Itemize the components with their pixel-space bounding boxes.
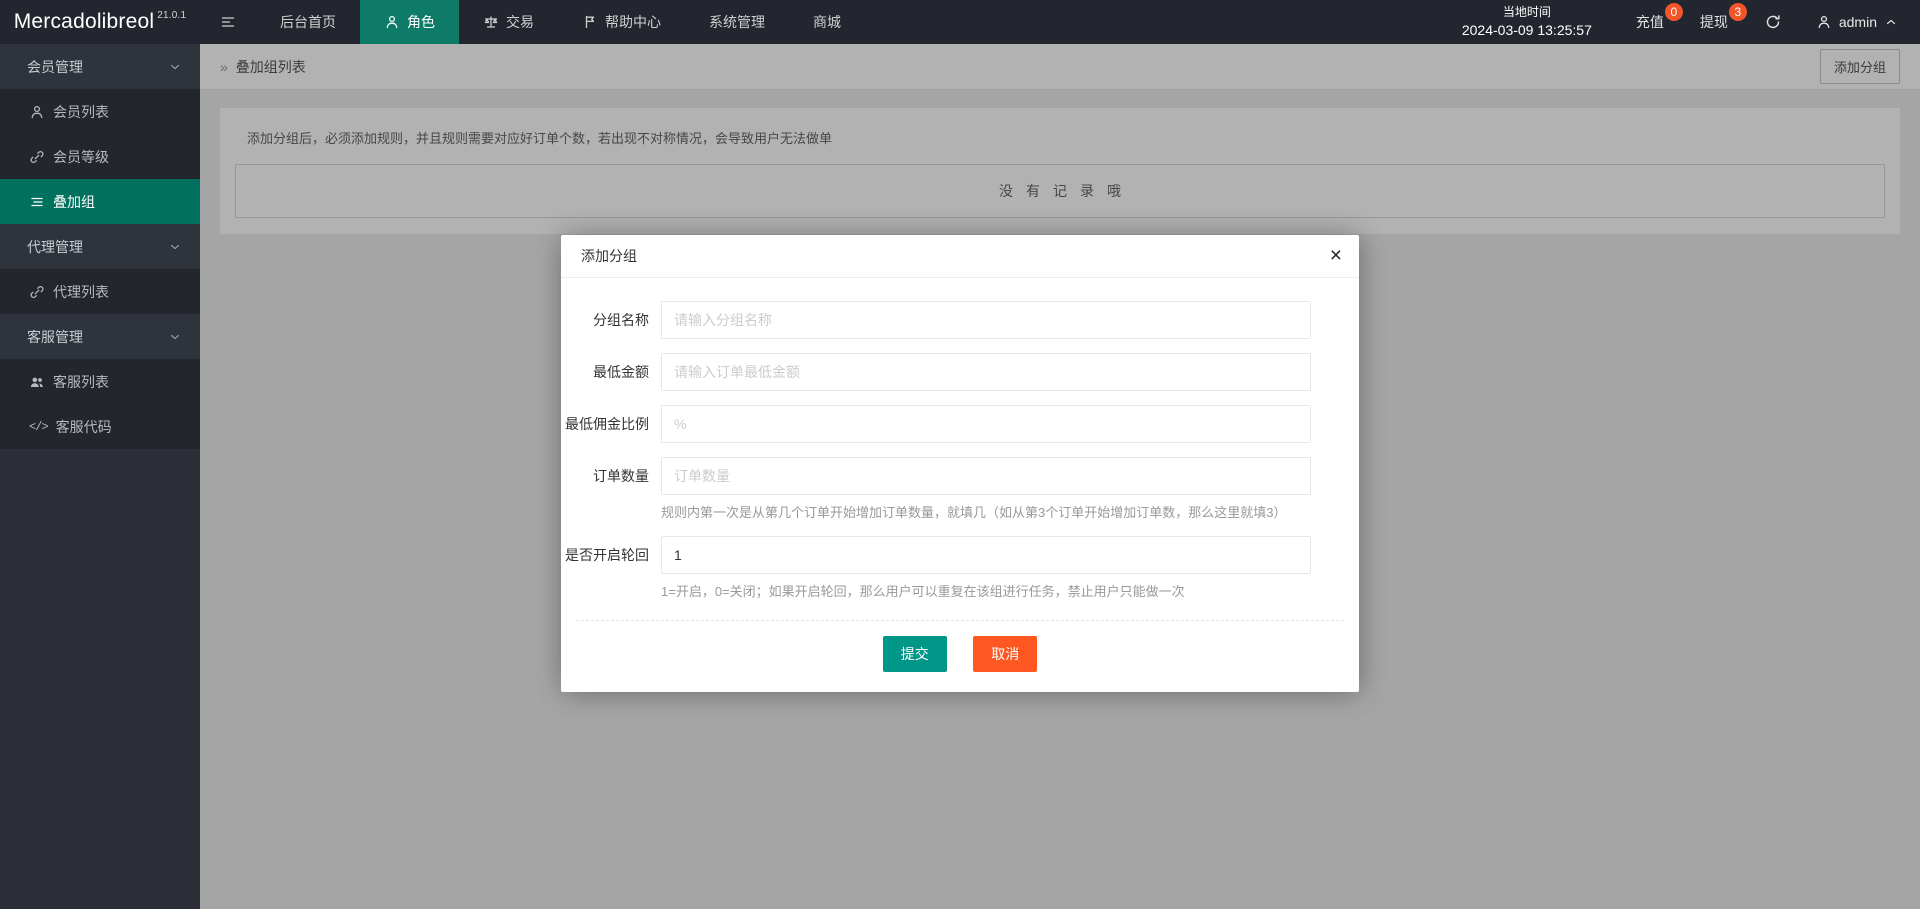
sidebar-item-label: 叠加组: [53, 193, 95, 210]
nav-item-label: 后台首页: [280, 14, 336, 30]
recharge-label: 充值: [1635, 14, 1664, 30]
local-time-value: 2024-03-09 13:25:57: [1461, 22, 1592, 38]
user-icon: [29, 104, 45, 120]
admin-menu[interactable]: admin: [1800, 0, 1920, 44]
chevron-down-icon: [168, 60, 182, 74]
flag-icon: [582, 14, 598, 30]
sidebar: 会员管理 会员列表 会员等级 叠加组 代理管理 代理列表 客服管理 客服列表 <…: [0, 44, 200, 909]
sidebar-item-stack-group[interactable]: 叠加组: [0, 179, 200, 224]
recharge-badge: 0: [1664, 3, 1683, 21]
sidebar-item-member-level[interactable]: 会员等级: [0, 134, 200, 179]
sidebar-item-service-code[interactable]: </> 客服代码: [0, 404, 200, 449]
local-time: 当地时间 2024-03-09 13:25:57: [1436, 0, 1618, 44]
chevron-down-icon: [168, 330, 182, 344]
refresh-icon[interactable]: [1746, 0, 1800, 44]
order-count-hint: 规则内第一次是从第几个订单开始增加订单数量，就填几（如从第3个订单开始增加订单数…: [661, 505, 1287, 520]
nav-item-system[interactable]: 系统管理: [685, 0, 789, 44]
submit-button[interactable]: 提交: [882, 636, 947, 672]
form-row-order-count: 订单数量 规则内第一次是从第几个订单开始增加订单数量，就填几（如从第3个订单开始…: [561, 457, 1359, 522]
user-icon: [1816, 14, 1832, 30]
modal-header: 添加分组 ×: [561, 235, 1359, 278]
link-icon: [29, 149, 45, 165]
nav-item-trade[interactable]: 交易: [459, 0, 558, 44]
list-icon: [29, 194, 45, 210]
nav-item-dashboard[interactable]: 后台首页: [256, 0, 360, 44]
brand-logo: Mercadolibreol 21.0.1: [0, 0, 200, 44]
sidebar-group-service-mgmt[interactable]: 客服管理: [0, 314, 200, 359]
sidebar-group-label: 代理管理: [27, 238, 83, 255]
nav-item-roles[interactable]: 角色: [360, 0, 459, 44]
sidebar-item-member-list[interactable]: 会员列表: [0, 89, 200, 134]
form-row-min-amount: 最低金额: [561, 353, 1359, 391]
sidebar-item-service-list[interactable]: 客服列表: [0, 359, 200, 404]
field-label: 是否开启轮回: [565, 547, 649, 563]
local-time-label: 当地时间: [1502, 5, 1551, 19]
sidebar-group-label: 客服管理: [27, 328, 83, 345]
withdraw-label: 提现: [1699, 14, 1728, 30]
min-amount-input[interactable]: [661, 353, 1311, 391]
nav-item-label: 帮助中心: [605, 14, 661, 30]
loop-toggle-hint: 1=开启，0=关闭；如果开启轮回，那么用户可以重复在该组进行任务，禁止用户只能做…: [661, 584, 1185, 599]
top-navbar: Mercadolibreol 21.0.1 后台首页 角色 交易 帮助中心 系统…: [0, 0, 1920, 44]
nav-item-label: 交易: [506, 14, 534, 30]
cancel-button[interactable]: 取消: [973, 636, 1038, 672]
admin-username: admin: [1838, 14, 1877, 30]
code-icon: </>: [29, 419, 49, 434]
recharge-button[interactable]: 充值 0: [1618, 0, 1683, 44]
nav-item-label: 系统管理: [709, 14, 765, 30]
sidebar-item-label: 会员列表: [53, 103, 109, 120]
min-commission-input[interactable]: [661, 405, 1311, 443]
nav-item-help-center[interactable]: 帮助中心: [558, 0, 685, 44]
loop-toggle-input[interactable]: [661, 536, 1311, 574]
form-row-group-name: 分组名称: [561, 301, 1359, 339]
chevron-down-icon: [168, 240, 182, 254]
chevron-up-icon: [1884, 15, 1898, 29]
sidebar-item-label: 会员等级: [53, 148, 109, 165]
form-row-min-commission: 最低佣金比例: [561, 405, 1359, 443]
person-icon: [384, 14, 400, 30]
sidebar-group-member-mgmt[interactable]: 会员管理: [0, 44, 200, 89]
brand-name: Mercadolibreol: [13, 10, 155, 33]
scales-icon: [483, 14, 499, 30]
nav-item-label: 商城: [813, 14, 841, 30]
brand-version: 21.0.1: [157, 9, 187, 21]
field-label: 最低金额: [593, 364, 649, 380]
link-icon: [29, 284, 45, 300]
close-icon[interactable]: ×: [1330, 235, 1342, 278]
order-count-input[interactable]: [661, 457, 1311, 495]
modal-title: 添加分组: [581, 248, 637, 264]
sidebar-item-label: 客服列表: [53, 373, 109, 390]
sidebar-item-label: 代理列表: [53, 283, 109, 300]
sidebar-group-agent-mgmt[interactable]: 代理管理: [0, 224, 200, 269]
sidebar-item-agent-list[interactable]: 代理列表: [0, 269, 200, 314]
sidebar-group-label: 会员管理: [27, 58, 83, 75]
group-name-input[interactable]: [661, 301, 1311, 339]
nav-item-mall[interactable]: 商城: [789, 0, 865, 44]
users-icon: [29, 374, 45, 390]
sidebar-item-label: 客服代码: [55, 418, 112, 435]
field-label: 分组名称: [593, 312, 649, 328]
withdraw-badge: 3: [1728, 3, 1747, 21]
hamburger-icon[interactable]: [200, 0, 256, 44]
nav-item-label: 角色: [407, 14, 435, 30]
modal-body: 分组名称 最低金额 最低佣金比例 订单数量 规则内第一次是从第几个订单开始增加订…: [561, 278, 1359, 692]
form-row-loop-toggle: 是否开启轮回 1=开启，0=关闭；如果开启轮回，那么用户可以重复在该组进行任务，…: [561, 536, 1359, 601]
field-label: 订单数量: [593, 468, 649, 484]
navbar-right: 当地时间 2024-03-09 13:25:57 充值 0 提现 3 admin: [1436, 0, 1920, 44]
field-label: 最低佣金比例: [565, 416, 649, 432]
add-group-modal: 添加分组 × 分组名称 最低金额 最低佣金比例 订单数量 规则内第一: [561, 235, 1359, 692]
main-nav: 后台首页 角色 交易 帮助中心 系统管理 商城: [256, 0, 865, 44]
withdraw-button[interactable]: 提现 3: [1682, 0, 1747, 44]
modal-footer: 提交 取消: [561, 621, 1359, 692]
